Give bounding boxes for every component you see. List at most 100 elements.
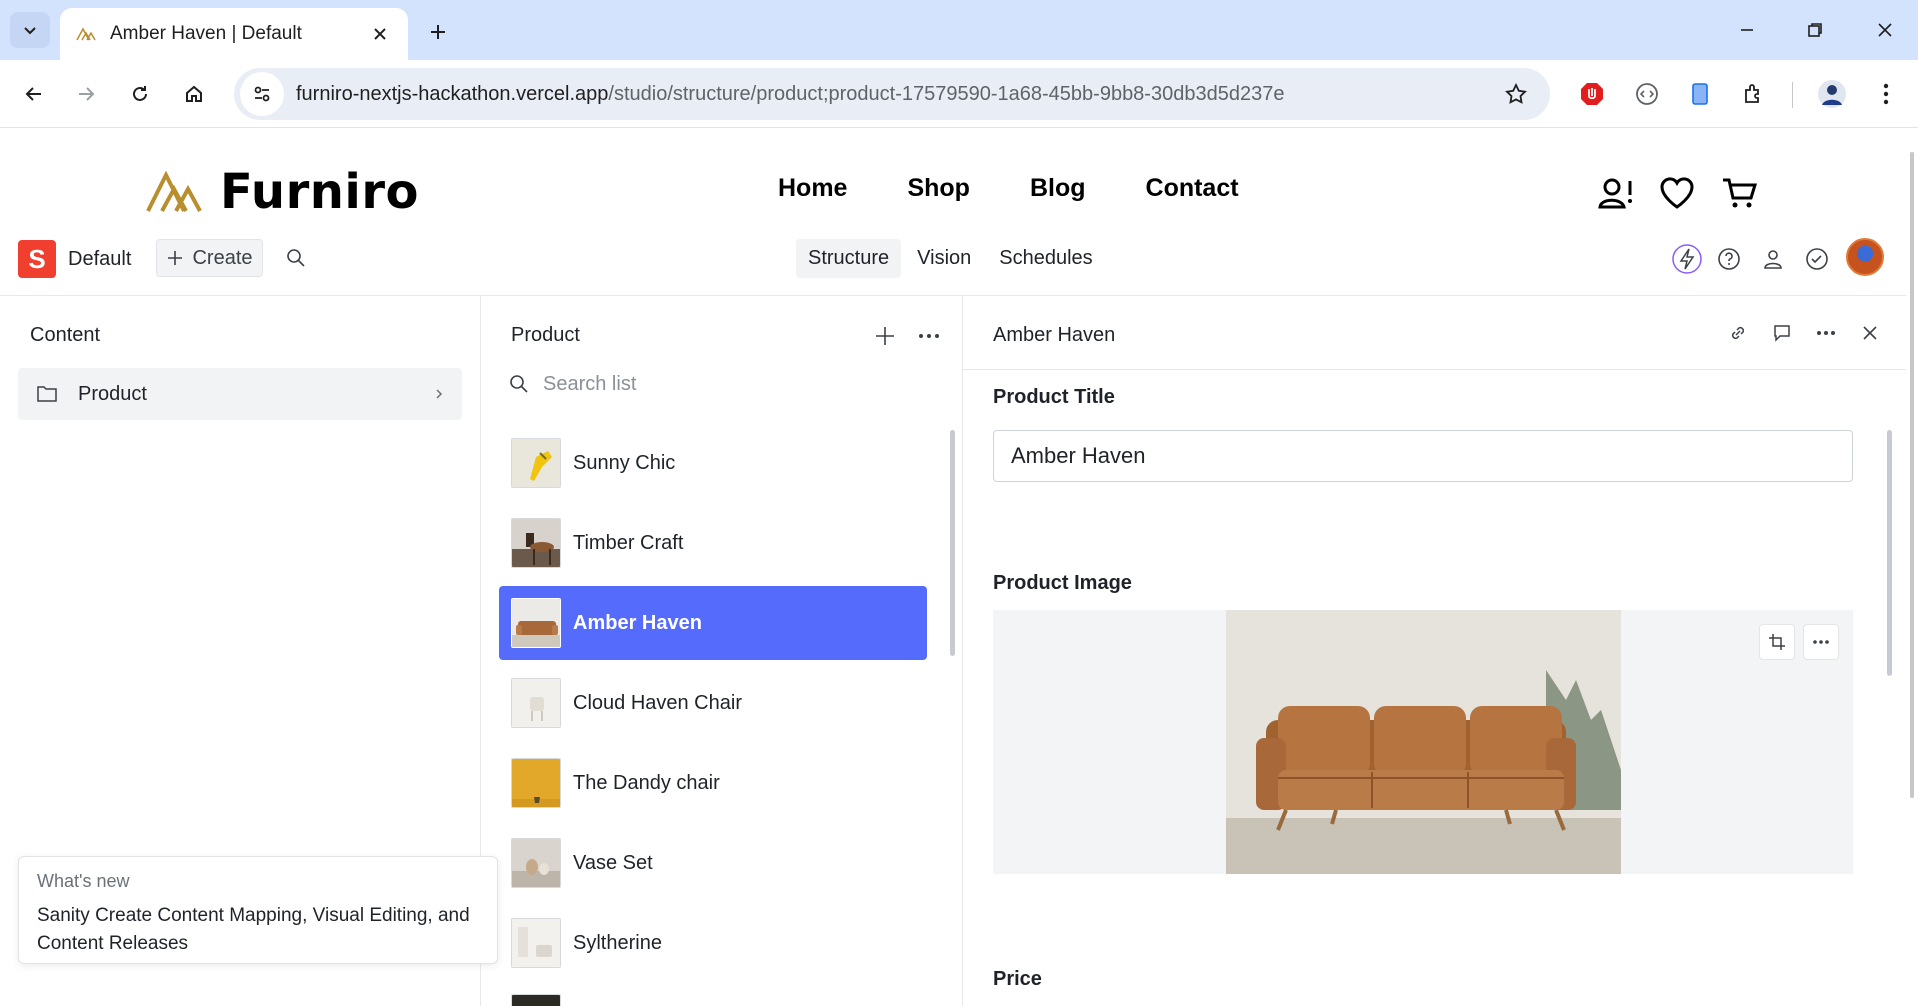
create-button[interactable]: Create [156, 239, 263, 277]
ellipsis-icon [919, 334, 939, 338]
crop-button[interactable] [1759, 624, 1795, 660]
url-host: furniro-nextjs-hackathon.vercel.app [296, 82, 609, 105]
product-image-field[interactable] [993, 610, 1853, 874]
search-list-input[interactable] [543, 372, 903, 396]
home-button[interactable] [174, 74, 214, 114]
tasks-check-icon[interactable] [1800, 242, 1834, 276]
search-icon [510, 375, 528, 393]
crop-icon [1769, 634, 1785, 650]
upgrade-bolt-icon[interactable] [1670, 242, 1704, 276]
arrow-right-icon [79, 87, 95, 101]
back-button[interactable] [14, 74, 54, 114]
list-item-selected[interactable]: Amber Haven [499, 586, 927, 660]
list-item[interactable]: Timber Craft [499, 506, 927, 580]
close-window-button[interactable] [1850, 0, 1918, 60]
workspace-name[interactable]: Default [68, 248, 131, 271]
list-item[interactable] [499, 986, 927, 1006]
list-menu-button[interactable] [911, 318, 947, 354]
tab-close-icon[interactable] [368, 22, 392, 46]
whats-new-kicker: What's new [37, 871, 130, 891]
copy-link-button[interactable] [1720, 315, 1756, 351]
logo-text: Furniro [220, 164, 420, 220]
profile-avatar-icon[interactable] [1812, 74, 1852, 114]
restore-button[interactable] [1780, 0, 1850, 60]
add-document-button[interactable] [867, 318, 903, 354]
studio-search-button[interactable] [280, 242, 312, 274]
tab-search-button[interactable] [10, 12, 50, 48]
document-actions [1720, 315, 1888, 351]
browser-tab[interactable]: Amber Haven | Default [60, 8, 408, 60]
list-item[interactable]: Syltherine [499, 906, 927, 980]
page-scrollbar[interactable] [1906, 128, 1918, 1006]
new-tab-button[interactable] [420, 14, 456, 50]
cart-icon[interactable] [1718, 172, 1760, 214]
nav-blog[interactable]: Blog [1030, 174, 1086, 203]
plus-icon [876, 327, 894, 345]
chevron-down-icon [24, 27, 36, 35]
forward-button[interactable] [66, 74, 106, 114]
document-scrollbar[interactable] [1887, 430, 1892, 676]
list-item[interactable]: The Dandy chair [499, 746, 927, 820]
create-label: Create [192, 246, 253, 269]
members-icon[interactable] [1756, 242, 1790, 276]
list-item-name: Cloud Haven Chair [573, 691, 742, 714]
device-extension-icon[interactable] [1680, 74, 1720, 114]
content-pane-title: Content [30, 324, 101, 346]
restore-icon [1808, 23, 1822, 37]
minimize-icon [1741, 29, 1753, 31]
chevron-right-icon [436, 389, 443, 399]
bookmark-star-icon[interactable] [1496, 74, 1536, 114]
extensions-puzzle-icon[interactable] [1734, 74, 1774, 114]
adblock-extension-icon[interactable] [1572, 74, 1612, 114]
document-menu-button[interactable] [1808, 315, 1844, 351]
sofa-photo [1226, 610, 1621, 874]
minimize-button[interactable] [1712, 0, 1782, 60]
browser-menu-icon[interactable] [1866, 74, 1906, 114]
comments-button[interactable] [1764, 315, 1800, 351]
list-scrollbar[interactable] [950, 430, 955, 656]
price-label: Price [993, 968, 1042, 990]
list-item[interactable]: Sunny Chic [499, 426, 927, 500]
page-scrollbar-thumb[interactable] [1910, 152, 1914, 798]
url-path: /studio/structure/product;product-175795… [608, 82, 1285, 105]
nav-home[interactable]: Home [778, 174, 847, 203]
ellipsis-icon [1817, 331, 1835, 335]
whats-new-card[interactable]: What's new Sanity Create Content Mapping… [18, 856, 498, 964]
thumbnail-timber-craft [511, 518, 561, 568]
thumbnail-partial [511, 994, 561, 1006]
account-alert-icon[interactable] [1596, 172, 1638, 214]
product-title-input[interactable]: Amber Haven [993, 430, 1853, 482]
close-pane-button[interactable] [1852, 315, 1888, 351]
product-image-preview [1226, 610, 1621, 874]
list-pane-actions [867, 318, 947, 354]
site-logo[interactable]: Furniro [146, 164, 419, 220]
studio-navbar: S Default Create Structure Vision Schedu… [0, 228, 1906, 296]
tab-structure[interactable]: Structure [796, 239, 902, 278]
list-item[interactable]: Vase Set [499, 826, 927, 900]
list-item[interactable]: Cloud Haven Chair [499, 666, 927, 740]
main-nav: Home Shop Blog Contact [778, 174, 1239, 203]
arrow-left-icon [25, 87, 41, 101]
address-bar[interactable]: furniro-nextjs-hackathon.vercel.app/stud… [234, 68, 1550, 120]
nav-contact[interactable]: Contact [1146, 174, 1239, 203]
site-info-icon[interactable] [240, 72, 284, 116]
heart-icon[interactable] [1656, 172, 1698, 214]
reload-button[interactable] [120, 74, 160, 114]
list-item-name: Vase Set [573, 851, 653, 874]
content-item-product[interactable]: Product [18, 368, 462, 420]
tab-schedules[interactable]: Schedules [987, 239, 1104, 278]
close-icon [1863, 326, 1877, 340]
thumbnail-cloud-haven-chair [511, 678, 561, 728]
thumbnail-syltherine [511, 918, 561, 968]
list-item-name: Timber Craft [573, 531, 684, 554]
help-icon[interactable] [1712, 242, 1746, 276]
code-extension-icon[interactable] [1627, 74, 1667, 114]
tab-vision[interactable]: Vision [905, 239, 983, 278]
nav-shop[interactable]: Shop [907, 174, 970, 203]
product-title-label: Product Title [993, 386, 1115, 408]
workspace-logo[interactable]: S [18, 240, 56, 278]
url-text[interactable]: furniro-nextjs-hackathon.vercel.app/stud… [296, 83, 1496, 106]
user-avatar[interactable] [1846, 238, 1884, 276]
image-menu-button[interactable] [1803, 624, 1839, 660]
plus-icon [168, 251, 183, 265]
